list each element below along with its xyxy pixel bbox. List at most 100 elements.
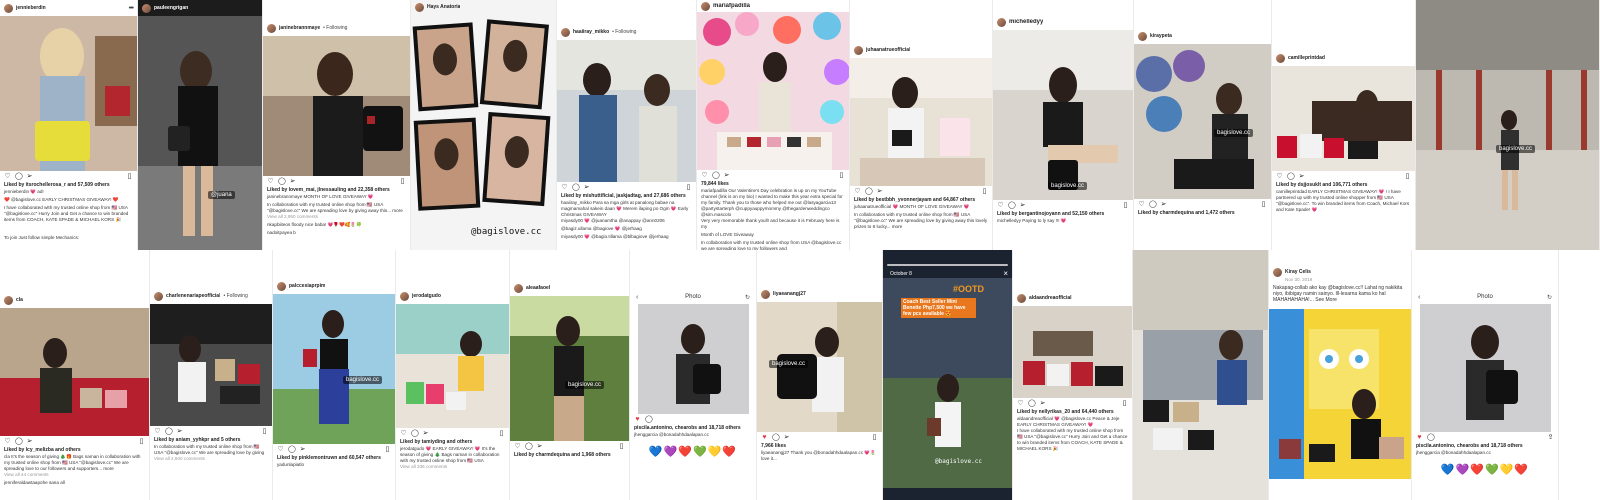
post-photo[interactable] — [150, 304, 272, 426]
post-photo[interactable]: bagislove.cc — [757, 302, 882, 432]
avatar[interactable] — [1017, 293, 1026, 303]
comment-icon[interactable]: ◯ — [645, 416, 653, 423]
bookmark-icon[interactable]: ▯ — [399, 178, 406, 185]
post-photo[interactable]: bagislove.cc — [1134, 44, 1271, 199]
comment-icon[interactable]: ◯ — [525, 443, 533, 450]
bookmark-icon[interactable]: ▯ — [1121, 400, 1128, 407]
view-comments-link[interactable]: View all 336 comments — [396, 463, 509, 471]
username[interactable]: palccesiaprpim — [289, 283, 325, 289]
username[interactable]: michelledyy — [1009, 19, 1043, 25]
comment-icon[interactable]: ◯ — [278, 178, 286, 185]
story-photo[interactable]: #OOTD Coach Best Seller Mini Benette Php… — [883, 278, 1012, 488]
likes-count[interactable]: Liked by charmdequina and 1,968 others — [510, 452, 629, 458]
view-comments-link[interactable]: View all 2,950 comments — [263, 213, 410, 221]
post-photo[interactable] — [1420, 304, 1551, 432]
comment-icon[interactable]: ◯ — [1427, 434, 1435, 441]
post-photo[interactable] — [1013, 306, 1132, 398]
username[interactable]: Kiray Celis — [1285, 269, 1311, 275]
heart-icon[interactable]: ♡ — [561, 184, 568, 191]
comment-icon[interactable]: ◯ — [1149, 201, 1157, 208]
username[interactable]: jennieberdin — [16, 5, 46, 11]
avatar[interactable] — [761, 289, 770, 299]
heart-filled-icon[interactable]: ♥ — [1416, 434, 1423, 441]
comment-icon[interactable]: ◯ — [1008, 202, 1016, 209]
view-comments-link[interactable]: View all 44 comments — [0, 471, 149, 479]
share-icon[interactable]: ➢ — [583, 184, 590, 191]
avatar[interactable] — [267, 23, 276, 33]
likes-count[interactable]: Liked by bestbbh_yvonnerjayam and 64,867… — [850, 197, 992, 203]
comment-icon[interactable]: ◯ — [1028, 400, 1036, 407]
avatar[interactable] — [415, 2, 424, 12]
post-photo[interactable] — [1269, 309, 1411, 479]
avatar[interactable] — [1138, 31, 1147, 41]
username[interactable]: camilleprintdad — [1288, 55, 1325, 61]
share-icon[interactable]: ➢ — [422, 430, 429, 437]
comment-icon[interactable]: ◯ — [572, 184, 580, 191]
share-icon[interactable]: ➢ — [299, 446, 306, 453]
reload-icon[interactable]: ↻ — [745, 294, 750, 301]
comment-icon[interactable]: ◯ — [865, 188, 873, 195]
username[interactable]: juhaanatrueofficial — [866, 47, 910, 53]
share-icon[interactable]: ➢ — [723, 172, 730, 179]
likes-count[interactable]: Liked by pinklemontruwn and 60,547 other… — [273, 455, 395, 461]
share-icon[interactable]: ➢ — [1160, 201, 1167, 208]
avatar[interactable] — [4, 295, 13, 305]
post-photo[interactable] — [0, 16, 137, 171]
post-photo[interactable] — [850, 58, 992, 186]
heart-icon[interactable]: ♡ — [4, 438, 11, 445]
avatar[interactable] — [400, 291, 409, 301]
share-icon[interactable]: ➢ — [289, 178, 296, 185]
post-photo[interactable]: bagislove.cc — [1416, 0, 1599, 250]
heart-icon[interactable]: ♡ — [267, 178, 274, 185]
likes-count[interactable]: Liked by lovem_mai, jlnessauling and 22,… — [263, 187, 410, 193]
share-icon[interactable]: ➢ — [176, 428, 183, 435]
comment-icon[interactable]: ◯ — [1287, 173, 1295, 180]
heart-icon[interactable]: ♡ — [1276, 173, 1283, 180]
following-label[interactable]: • Following — [612, 29, 636, 35]
avatar[interactable] — [154, 291, 163, 301]
likes-count[interactable]: Liked by mishuttificial, jaskjadtag, and… — [557, 193, 696, 199]
bookmark-icon[interactable]: ▯ — [138, 438, 145, 445]
comment-icon[interactable]: ◯ — [15, 173, 23, 180]
avatar[interactable] — [997, 17, 1006, 27]
post-photo[interactable] — [557, 40, 696, 182]
avatar[interactable] — [854, 45, 863, 55]
post-photo[interactable] — [1272, 66, 1415, 171]
comment-icon[interactable]: ◯ — [411, 430, 419, 437]
username[interactable]: janinebrannmaye — [279, 25, 320, 31]
username[interactable]: charlenenariapeofficial — [166, 293, 220, 299]
likes-count[interactable]: piscila.antonino, chearobs and 18,718 ot… — [630, 425, 756, 431]
post-photo[interactable] — [263, 36, 410, 176]
comment-icon[interactable]: ◯ — [712, 172, 720, 179]
bookmark-icon[interactable]: ▯ — [1404, 173, 1411, 180]
heart-icon[interactable]: ♡ — [1138, 201, 1145, 208]
heart-icon[interactable]: ♡ — [1017, 400, 1024, 407]
comment-icon[interactable]: ◯ — [288, 446, 296, 453]
share-icon[interactable]: ➢ — [876, 188, 883, 195]
heart-icon[interactable]: ♡ — [277, 446, 284, 453]
close-icon[interactable]: × — [1003, 269, 1008, 278]
username[interactable]: mariafpadilla — [713, 3, 750, 9]
heart-filled-icon[interactable]: ♥ — [634, 416, 641, 423]
bookmark-icon[interactable]: ▯ — [618, 443, 625, 450]
following-label[interactable]: • Following — [323, 25, 347, 31]
username[interactable]: cla — [16, 297, 23, 303]
comment-icon[interactable]: ◯ — [165, 428, 173, 435]
username[interactable]: Hays Anatoria — [427, 4, 460, 10]
heart-icon[interactable]: ♡ — [400, 430, 407, 437]
avatar[interactable] — [1273, 267, 1282, 277]
share-icon[interactable]: ➢ — [1019, 202, 1026, 209]
share-icon[interactable]: ➢ — [1298, 173, 1305, 180]
post-photo[interactable] — [697, 12, 849, 170]
username[interactable]: kiraypeta — [1150, 33, 1172, 39]
share-icon[interactable]: ➢ — [783, 434, 790, 441]
bookmark-icon[interactable]: ▯ — [1122, 202, 1129, 209]
avatar[interactable] — [277, 281, 286, 291]
heart-icon[interactable]: ♡ — [997, 202, 1004, 209]
username[interactable]: haaiiray_mikko — [573, 29, 609, 35]
more-options-icon[interactable]: ••• — [129, 5, 134, 12]
heart-icon[interactable]: ♡ — [854, 188, 861, 195]
share-icon[interactable]: ➢ — [536, 443, 543, 450]
bookmark-icon[interactable]: ▯ — [498, 430, 505, 437]
comment-icon[interactable]: ◯ — [15, 438, 23, 445]
